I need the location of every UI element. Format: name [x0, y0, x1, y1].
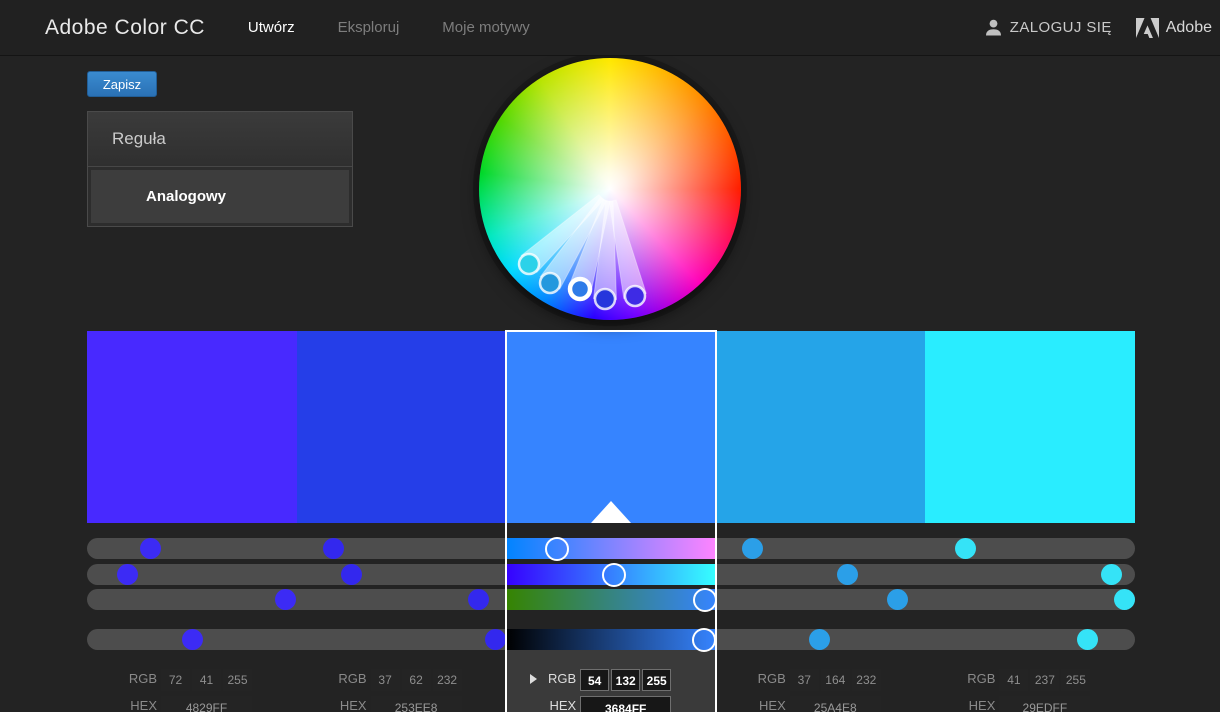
- slider-handle[interactable]: [323, 538, 344, 559]
- user-icon: [985, 19, 1002, 36]
- g-value-field[interactable]: 132: [611, 669, 640, 691]
- rgb-label: RGB: [534, 671, 576, 686]
- g-value-field[interactable]: 237: [1030, 669, 1059, 691]
- swatch-3-selected[interactable]: [506, 331, 716, 523]
- nav-moje-motywy[interactable]: Moje motywy: [442, 19, 530, 36]
- login-button[interactable]: ZALOGUJ SIĘ: [985, 19, 1112, 36]
- slider-handle[interactable]: [1114, 589, 1135, 610]
- b-value-field[interactable]: 255: [642, 669, 671, 691]
- b-value-field[interactable]: 255: [223, 669, 252, 691]
- rule-item-analogowy[interactable]: Analogowy: [91, 170, 349, 223]
- r-value-field[interactable]: 37: [371, 669, 400, 691]
- hex-value-field[interactable]: 3684FF: [580, 696, 671, 712]
- hex-label: HEX: [534, 698, 576, 712]
- swatch-2[interactable]: [297, 331, 507, 523]
- app-logo: Adobe Color CC: [45, 16, 205, 40]
- slider-handle[interactable]: [341, 564, 362, 585]
- slider-handle[interactable]: [837, 564, 858, 585]
- wheel-handle-2[interactable]: [540, 273, 560, 293]
- swatch-row: [87, 331, 1135, 523]
- rgb-label: RGB: [115, 671, 157, 686]
- slider-handle-selected[interactable]: [692, 628, 716, 652]
- slider-handle[interactable]: [887, 589, 908, 610]
- red-slider-track[interactable]: [87, 538, 1135, 559]
- adobe-color-app: Adobe Color CC Utwórz Eksploruj Moje mot…: [0, 0, 1220, 712]
- swatch-4[interactable]: [716, 331, 926, 523]
- rule-panel-header: Reguła: [88, 112, 352, 167]
- topbar-right: ZALOGUJ SIĘ Adobe: [985, 18, 1212, 38]
- g-value-field[interactable]: 41: [192, 669, 221, 691]
- main-nav: Utwórz Eksploruj Moje motywy: [248, 19, 530, 36]
- hex-value-field[interactable]: 4829FF: [161, 696, 252, 712]
- swatch-5[interactable]: [925, 331, 1135, 523]
- selected-swatch-pointer-icon: [591, 501, 631, 523]
- slider-handle-selected[interactable]: [693, 588, 717, 612]
- color-info-5: RGB 41 237 255 HEX 29EDFF: [925, 667, 1135, 712]
- slider-handle[interactable]: [955, 538, 976, 559]
- r-value-field[interactable]: 72: [161, 669, 190, 691]
- hex-value-field[interactable]: 29EDFF: [999, 696, 1090, 712]
- slider-handle[interactable]: [1101, 564, 1122, 585]
- slider-handle[interactable]: [275, 589, 296, 610]
- slider-handle[interactable]: [182, 629, 203, 650]
- brightness-slider-track[interactable]: [87, 629, 1135, 650]
- swatch-1[interactable]: [87, 331, 297, 523]
- slider-handle[interactable]: [468, 589, 489, 610]
- wheel-handle-4[interactable]: [595, 289, 615, 309]
- rule-panel: Reguła Analogowy: [87, 111, 353, 227]
- nav-eksploruj[interactable]: Eksploruj: [338, 19, 400, 36]
- r-value-field[interactable]: 54: [580, 669, 609, 691]
- rgb-label: RGB: [325, 671, 367, 686]
- green-slider-track[interactable]: [87, 564, 1135, 585]
- color-info-4: RGB 37 164 232 HEX 25A4E8: [716, 667, 926, 712]
- slider-handle-selected[interactable]: [545, 537, 569, 561]
- b-value-field[interactable]: 232: [852, 669, 881, 691]
- wheel-handle-5[interactable]: [625, 286, 645, 306]
- rgb-label: RGB: [744, 671, 786, 686]
- wheel-handles-layer: [479, 58, 741, 320]
- selected-slider-gradient[interactable]: [506, 629, 716, 650]
- color-info-2: RGB 37 62 232 HEX 253EE8: [297, 667, 507, 712]
- save-button[interactable]: Zapisz: [87, 71, 157, 97]
- b-value-field[interactable]: 232: [433, 669, 462, 691]
- hex-value-field[interactable]: 25A4E8: [790, 696, 881, 712]
- color-info-1: RGB 72 41 255 HEX 4829FF: [87, 667, 297, 712]
- login-label: ZALOGUJ SIĘ: [1010, 19, 1112, 36]
- adobe-logo-icon: [1136, 18, 1159, 38]
- slider-handle[interactable]: [117, 564, 138, 585]
- color-info-panel: RGB 72 41 255 HEX 4829FF RGB 37 62 232 H…: [87, 667, 1135, 712]
- slider-handle[interactable]: [485, 629, 506, 650]
- selected-slider-gradient[interactable]: [506, 538, 716, 559]
- slider-handle[interactable]: [742, 538, 763, 559]
- adobe-brand[interactable]: Adobe: [1136, 18, 1212, 38]
- selected-slider-gradient[interactable]: [506, 589, 716, 610]
- wheel-handle-1[interactable]: [519, 254, 539, 274]
- top-bar: Adobe Color CC Utwórz Eksploruj Moje mot…: [0, 0, 1220, 56]
- brand-label: Adobe: [1166, 19, 1212, 37]
- hex-label: HEX: [115, 698, 157, 712]
- slider-handle[interactable]: [1077, 629, 1098, 650]
- hex-label: HEX: [325, 698, 367, 712]
- hex-label: HEX: [744, 698, 786, 712]
- slider-handle-selected[interactable]: [602, 563, 626, 587]
- color-info-3-selected: RGB 54 132 255 HEX 3684FF: [506, 667, 716, 712]
- g-value-field[interactable]: 62: [402, 669, 431, 691]
- slider-handle[interactable]: [809, 629, 830, 650]
- wheel-handle-3-selected[interactable]: [570, 279, 590, 299]
- blue-slider-track[interactable]: [87, 589, 1135, 610]
- r-value-field[interactable]: 37: [790, 669, 819, 691]
- hex-value-field[interactable]: 253EE8: [371, 696, 462, 712]
- g-value-field[interactable]: 164: [821, 669, 850, 691]
- r-value-field[interactable]: 41: [999, 669, 1028, 691]
- color-wheel-area: [479, 58, 741, 320]
- slider-handle[interactable]: [140, 538, 161, 559]
- rgb-label: RGB: [953, 671, 995, 686]
- b-value-field[interactable]: 255: [1061, 669, 1090, 691]
- nav-utworz[interactable]: Utwórz: [248, 19, 295, 36]
- hex-label: HEX: [953, 698, 995, 712]
